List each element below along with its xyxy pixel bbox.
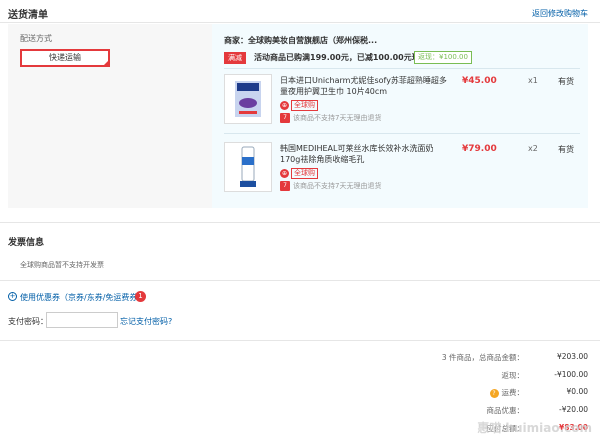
return-policy: 7 该商品不支持7天无理由退货 bbox=[280, 112, 381, 123]
global-purchase-tag: ⊕ 全球购 bbox=[280, 168, 318, 179]
page-title: 送货清单 bbox=[8, 10, 48, 21]
summary-label: 商品优惠： bbox=[486, 406, 525, 415]
divider bbox=[224, 133, 580, 134]
back-to-cart-link[interactable]: 返回修改购物车 bbox=[532, 8, 588, 19]
invoice-text: 全球购商品暂不支持开发票 bbox=[20, 261, 104, 269]
divider bbox=[0, 280, 600, 281]
expand-coupon-icon[interactable]: + bbox=[8, 292, 17, 301]
shipping-option-express[interactable]: 快递运输 bbox=[20, 49, 110, 67]
summary-value: -¥100.00 bbox=[554, 370, 588, 379]
summary-label: 3 件商品，总商品金额： bbox=[441, 353, 524, 362]
summary-row: ? 运费： ¥0.00 bbox=[188, 387, 588, 398]
forgot-password-link[interactable]: 忘记支付密码? bbox=[120, 316, 172, 327]
invoice-title: 发票信息 bbox=[8, 238, 45, 248]
summary-row: 商品优惠： -¥20.00 bbox=[188, 405, 589, 416]
shipping-label: 配送方式 bbox=[20, 34, 52, 43]
product-name[interactable]: 日本进口Unicharm尤妮佳sofy苏菲超熟睡超多量夜用护翼卫生巾 10片40… bbox=[280, 75, 452, 97]
summary-label-shipping: ? 运费： bbox=[244, 387, 524, 398]
payment-password-label: 支付密码： bbox=[8, 317, 48, 326]
global-purchase-label: 全球购 bbox=[291, 100, 318, 111]
product-price: ¥45.00 bbox=[462, 76, 497, 86]
summary-value: ¥203.00 bbox=[556, 352, 588, 361]
shipping-option-label: 快递运输 bbox=[49, 53, 81, 62]
summary-label: 返现： bbox=[501, 371, 525, 380]
sanitary-pad-package-icon bbox=[235, 81, 261, 117]
divider bbox=[224, 68, 580, 69]
help-icon[interactable]: ? bbox=[489, 389, 499, 398]
product-name[interactable]: 韩国MEDIHEAL可莱丝水库长效补水洗面奶170g祛除角质收缩毛孔 bbox=[280, 143, 452, 165]
seven-day-icon: 7 bbox=[280, 112, 290, 123]
summary-value: ¥0.00 bbox=[566, 387, 588, 396]
return-policy: 7 该商品不支持7天无理由退货 bbox=[280, 180, 381, 191]
globe-icon: ⊕ bbox=[280, 101, 289, 110]
seven-day-icon: 7 bbox=[280, 180, 290, 191]
cashback-badge: 返现：¥100.00 bbox=[414, 51, 472, 64]
stock-status: 有货 bbox=[558, 77, 574, 86]
selected-corner-icon bbox=[103, 60, 109, 66]
promo-text: 活动商品已购满199.00元，已减100.00元现金 bbox=[254, 53, 428, 62]
summary-row: 返现： -¥100.00 bbox=[188, 370, 589, 381]
use-coupon-link[interactable]: 使用优惠券（京券/东券/免运费券） bbox=[20, 292, 145, 303]
promo-badge: 满减 bbox=[224, 52, 246, 64]
return-policy-text: 该商品不支持7天无理由退货 bbox=[293, 181, 382, 190]
coupon-count-badge: 1 bbox=[135, 291, 146, 302]
divider bbox=[0, 22, 600, 23]
summary-row: 3 件商品，总商品金额： ¥203.00 bbox=[188, 352, 588, 363]
product-quantity: x1 bbox=[528, 76, 538, 85]
product-quantity: x2 bbox=[528, 144, 538, 153]
summary-value: -¥20.00 bbox=[559, 405, 588, 414]
divider bbox=[0, 222, 600, 223]
product-price: ¥79.00 bbox=[462, 144, 497, 154]
payment-password-input[interactable] bbox=[46, 312, 118, 328]
globe-icon: ⊕ bbox=[280, 169, 289, 178]
order-page: 送货清单 返回修改购物车 配送方式 快递运输 商家：全球购美妆自营旗舰店（郑州保… bbox=[0, 0, 600, 440]
close-icon[interactable]: × bbox=[354, 34, 362, 44]
product-image[interactable] bbox=[224, 74, 272, 124]
product-image[interactable] bbox=[224, 142, 272, 192]
watermark: 惠喵 huimiao.com bbox=[477, 421, 592, 435]
stock-status: 有货 bbox=[558, 145, 574, 154]
summary-label: 运费： bbox=[501, 388, 525, 397]
divider bbox=[0, 340, 600, 341]
return-policy-text: 该商品不支持7天无理由退货 bbox=[293, 113, 382, 122]
global-purchase-tag: ⊕ 全球购 bbox=[280, 100, 318, 111]
cleanser-tube-icon bbox=[240, 146, 256, 187]
global-purchase-label: 全球购 bbox=[291, 168, 318, 179]
